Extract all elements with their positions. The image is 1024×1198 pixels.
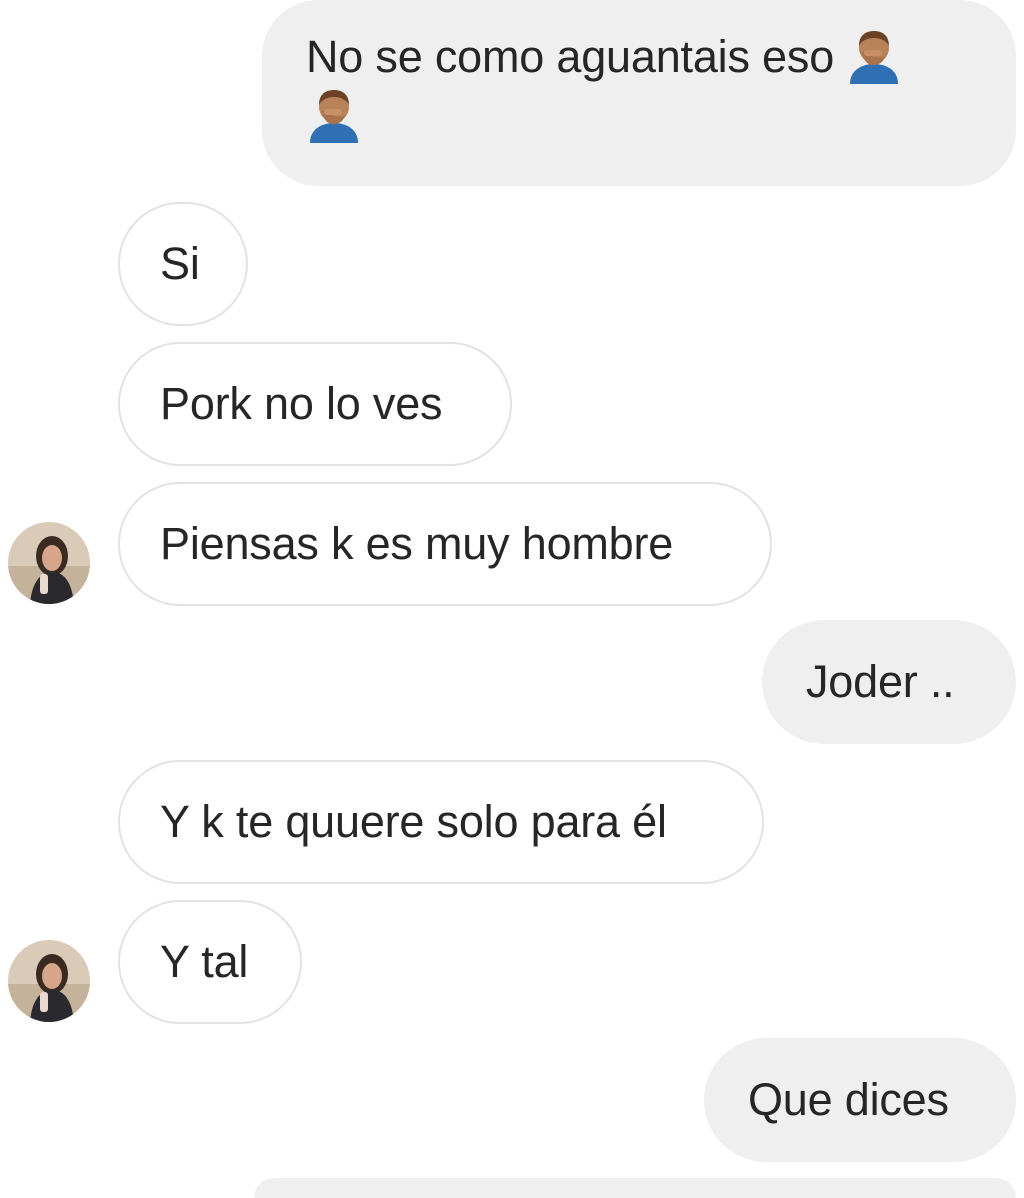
sender-avatar[interactable] bbox=[8, 940, 90, 1022]
man-facepalming-icon bbox=[846, 26, 902, 84]
message-text: Piensas k es muy hombre bbox=[160, 518, 674, 569]
message-text: Si bbox=[160, 238, 200, 289]
message-bubble-outgoing[interactable]: Joder .. bbox=[762, 620, 1016, 744]
message-text: Pork no lo ves bbox=[160, 378, 443, 429]
message-text: Y tal bbox=[160, 936, 249, 987]
message-text: Joder .. bbox=[806, 656, 955, 707]
message-bubble-outgoing[interactable]: Que dices bbox=[704, 1038, 1016, 1162]
message-bubble-incoming[interactable]: Pork no lo ves bbox=[118, 342, 512, 466]
message-bubble-incoming[interactable]: Piensas k es muy hombre bbox=[118, 482, 772, 606]
message-text: Que dices bbox=[748, 1074, 949, 1125]
message-bubble-outgoing[interactable]: No se como aguantais eso bbox=[262, 0, 1016, 186]
man-facepalming-icon bbox=[306, 85, 362, 143]
message-text: Y k te quuere solo para él bbox=[160, 796, 667, 847]
message-bubble-incoming[interactable]: Y tal bbox=[118, 900, 302, 1024]
message-bubble-incoming[interactable]: Si bbox=[118, 202, 248, 326]
message-text: No se como aguantais eso bbox=[306, 31, 835, 82]
sender-avatar[interactable] bbox=[8, 522, 90, 604]
message-bubble-outgoing-partial[interactable] bbox=[254, 1178, 1016, 1198]
message-bubble-incoming[interactable]: Y k te quuere solo para él bbox=[118, 760, 764, 884]
